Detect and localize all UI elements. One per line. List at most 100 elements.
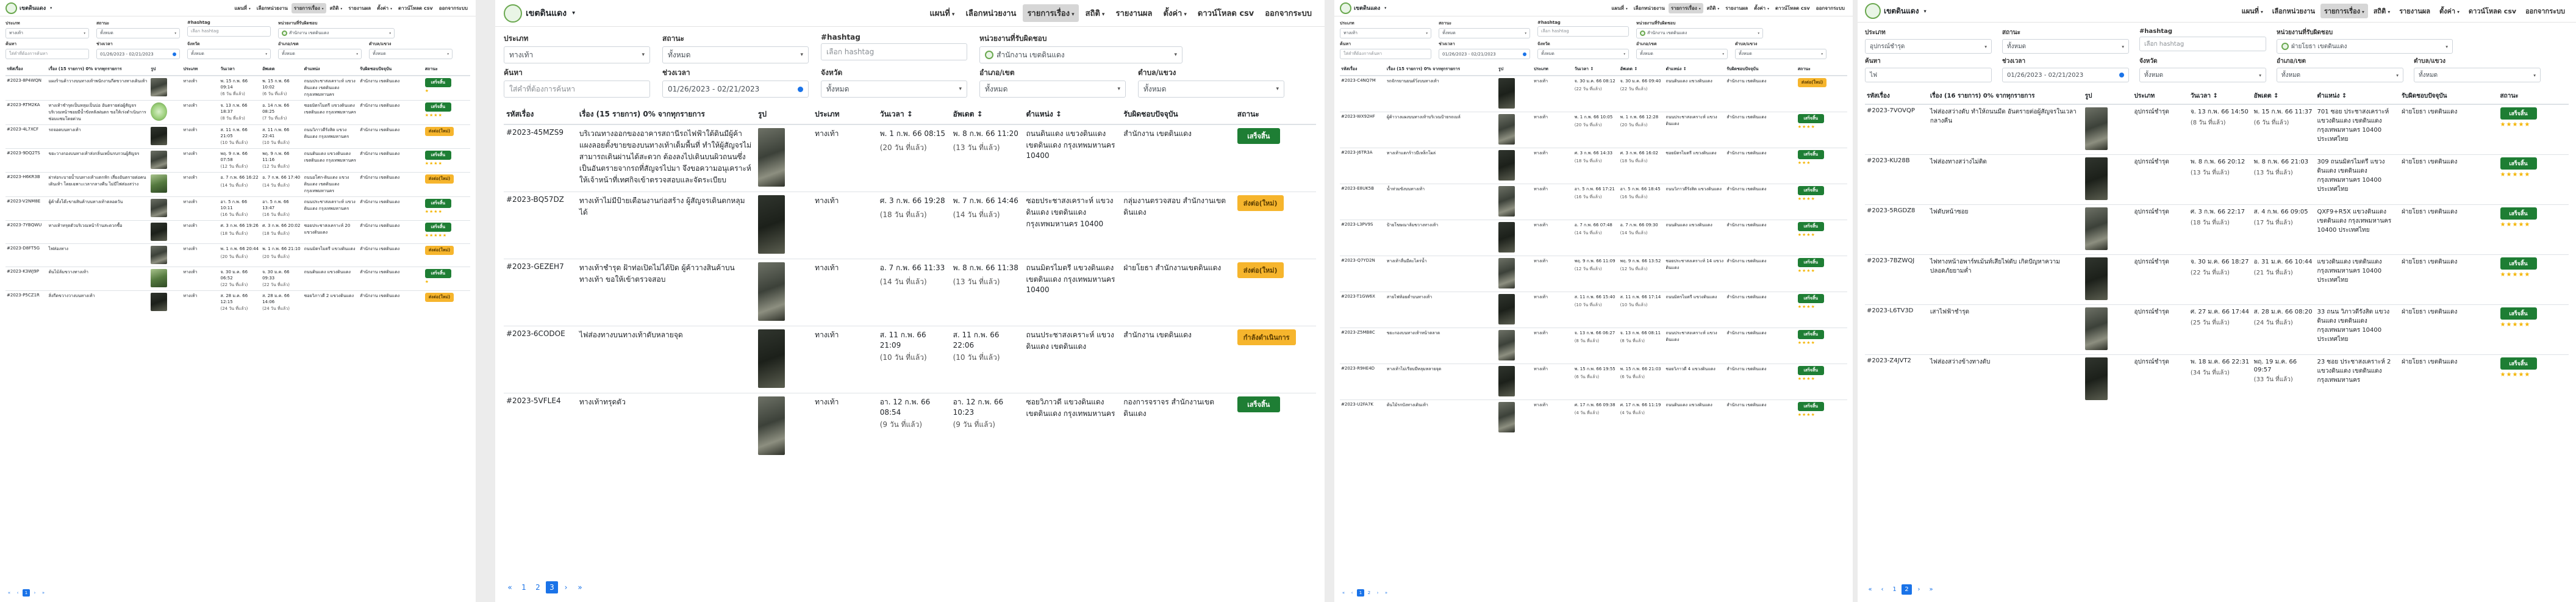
issue-photo-cell[interactable] xyxy=(149,290,182,314)
issue-id[interactable]: #2023-H6KR3B xyxy=(7,174,40,179)
issue-photo-cell[interactable] xyxy=(755,258,813,326)
column-header-6[interactable]: ตำแหน่ง ↕ xyxy=(2315,88,2400,105)
status-badge[interactable]: เสร็จสิ้น xyxy=(1797,149,1824,159)
filter-input-0[interactable]: ทางเท้า ▾ xyxy=(5,28,89,38)
status-badge[interactable]: เสร็จสิ้น xyxy=(1797,401,1824,411)
filter-input-4[interactable]: ใส่คำที่ต้องการค้นหา xyxy=(5,49,89,59)
issue-photo[interactable] xyxy=(1498,113,1515,145)
page-link-4[interactable]: » xyxy=(40,589,47,597)
page-link-1[interactable]: ‹ xyxy=(14,589,21,597)
nav-item-5[interactable]: ตั้งค่า ▾ xyxy=(1159,4,1191,22)
issue-id[interactable]: #2023-R9HE4D xyxy=(1341,366,1375,371)
brand[interactable]: เขตดินแดง ▾ xyxy=(1340,2,1386,14)
filter-input-1[interactable]: ทั้งหมด ▾ xyxy=(2002,39,2129,54)
issue-photo-cell[interactable] xyxy=(149,75,182,101)
table-row[interactable]: #2023-7BZWQJ ไฟทางหน้าอพาร์ทเม้นท์เสียไฟด… xyxy=(1865,254,2569,304)
nav-item-7[interactable]: ออกจากระบบ xyxy=(1814,3,1847,13)
status-badge[interactable]: ส่งต่อ(ใหม่) xyxy=(1237,195,1284,211)
status-badge[interactable]: เสร็จสิ้น xyxy=(2500,157,2537,170)
table-row[interactable]: #2023-E8UK5B น้ำท่วมขังบนทางเท้า ทางเท้า อา… xyxy=(1340,183,1847,220)
table-row[interactable]: #2023-7YBQWU ทางเท้าทรุดตัวบริเวณหน้าร้าน… xyxy=(5,220,470,244)
status-badge[interactable]: ส่งต่อ(ใหม่) xyxy=(424,293,454,302)
issue-photo[interactable] xyxy=(2084,207,2108,250)
page-link-0[interactable]: « xyxy=(5,589,13,597)
filter-input-0[interactable]: อุปกรณ์ชำรุด ▾ xyxy=(1865,39,1992,54)
status-badge[interactable]: เสร็จสิ้น xyxy=(1797,293,1824,303)
issue-id[interactable]: #2023-6CODOE xyxy=(506,329,565,338)
status-badge[interactable]: เสร็จสิ้น xyxy=(424,223,451,232)
page-link-2[interactable]: 1 xyxy=(1357,589,1364,597)
table-row[interactable]: #2023-H6KR3B ฝาท่อระบายน้ำบนทางเท้าแตกหัก… xyxy=(5,172,470,197)
column-header-6[interactable]: ตำแหน่ง xyxy=(302,63,359,76)
page-link-1[interactable]: 1 xyxy=(518,581,530,593)
issue-photo-cell[interactable] xyxy=(1497,327,1533,364)
filter-input-2[interactable]: เลือก hashtag xyxy=(187,26,271,37)
table-row[interactable]: #2023-T1GW6X สายไฟห้อยต่ำบนทางเท้า ทางเท้า… xyxy=(1340,291,1847,328)
table-row[interactable]: #2023-KU28B ไฟส่องทางสว่างไม่ติด อุปกรณ์ชำ… xyxy=(1865,154,2569,204)
issue-photo[interactable] xyxy=(757,195,785,254)
issue-photo[interactable] xyxy=(151,293,168,311)
issue-photo-cell[interactable] xyxy=(2083,254,2133,304)
nav-item-4[interactable]: รายงานผล xyxy=(1112,4,1157,22)
issue-photo[interactable] xyxy=(151,223,168,241)
nav-item-7[interactable]: ออกจากระบบ xyxy=(1261,4,1316,22)
filter-input-4[interactable]: ไฟ xyxy=(1865,68,1992,82)
page-link-1[interactable]: ‹ xyxy=(1348,589,1356,597)
filter-input-2[interactable]: เลือก hashtag xyxy=(2139,37,2266,51)
nav-item-6[interactable]: ดาวน์โหลด csv xyxy=(1773,3,1812,13)
status-badge[interactable]: เสร็จสิ้น xyxy=(424,102,451,112)
nav-item-4[interactable]: รายงานผล xyxy=(346,3,373,13)
issue-id[interactable]: #2023-KU28B xyxy=(1867,157,1910,164)
column-header-5[interactable]: อัพเดต ↕ xyxy=(1619,63,1665,76)
table-row[interactable]: #2023-C4NQ7M รถจักรยานยนต์วิ่งบนทางเท้า ทา… xyxy=(1340,75,1847,112)
table-row[interactable]: #2023-9DQ2TS ขยะวางกองบนทางเท้าส่งกลิ่นเห… xyxy=(5,148,470,173)
issue-id[interactable]: #2023-7YBQWU xyxy=(7,223,41,228)
column-header-4[interactable]: วันเวลา ↕ xyxy=(877,105,951,125)
nav-item-6[interactable]: ดาวน์โหลด csv xyxy=(2465,4,2520,18)
filter-input-4[interactable]: ใส่คำที่ต้องการค้นหา xyxy=(504,81,650,98)
issue-photo-cell[interactable] xyxy=(2083,154,2133,204)
issue-photo[interactable] xyxy=(151,78,168,96)
table-row[interactable]: #2023-J6TR3A ทางเท้าแตกร้าวมีเหล็กโผล่ ทาง… xyxy=(1340,147,1847,184)
column-header-6[interactable]: ตำแหน่ง ↕ xyxy=(1664,63,1726,76)
status-badge[interactable]: เสร็จสิ้น xyxy=(2500,207,2537,220)
table-row[interactable]: #2023-Z4JVT2 ไฟส่องสว่างข้างทางดับ อุปกรณ์… xyxy=(1865,354,2569,404)
issue-photo[interactable] xyxy=(151,199,168,217)
table-row[interactable]: #2023-GEZEH7 ทางเท้าชำรุด ฝ้าท่อเปิดไม่ได… xyxy=(504,258,1316,326)
status-badge[interactable]: เสร็จสิ้น xyxy=(1797,365,1824,375)
issue-photo-cell[interactable] xyxy=(149,172,182,197)
issue-photo[interactable] xyxy=(757,128,785,187)
page-link-1[interactable]: ‹ xyxy=(1877,584,1887,595)
page-link-0[interactable]: « xyxy=(1340,589,1347,597)
table-row[interactable]: #2023-V2NM8E ผู้ค้าตั้งโต๊ะขายสินค้าบนทาง… xyxy=(5,196,470,221)
status-badge[interactable]: เสร็จสิ้น xyxy=(1797,329,1824,339)
issue-photo[interactable] xyxy=(2084,357,2108,400)
issue-photo[interactable] xyxy=(1498,329,1515,360)
issue-photo[interactable] xyxy=(757,396,785,455)
status-badge[interactable]: เสร็จสิ้น xyxy=(1237,128,1280,144)
table-row[interactable]: #2023-5RGDZ8 ไฟดับหน้าซอย อุปกรณ์ชำรุด ศ. 3… xyxy=(1865,204,2569,254)
column-header-4[interactable]: วันเวลา xyxy=(219,63,262,76)
status-badge[interactable]: เสร็จสิ้น xyxy=(424,78,451,87)
status-badge[interactable]: เสร็จสิ้น xyxy=(424,269,451,278)
nav-item-5[interactable]: ตั้งค่า ▾ xyxy=(2436,4,2463,18)
page-link-5[interactable]: » xyxy=(1926,584,1936,595)
page-link-2[interactable]: 2 xyxy=(532,581,544,593)
issue-photo-cell[interactable] xyxy=(1497,363,1533,400)
issue-photo[interactable] xyxy=(151,127,168,145)
status-badge[interactable]: เสร็จสิ้น xyxy=(1797,221,1824,231)
issue-photo[interactable] xyxy=(151,174,168,193)
issue-id[interactable]: #2023-5VFLE4 xyxy=(506,396,561,405)
nav-item-0[interactable]: แผนที่ ▾ xyxy=(925,4,959,22)
nav-item-6[interactable]: ดาวน์โหลด csv xyxy=(396,3,435,13)
issue-id[interactable]: #2023-Q7YD2N xyxy=(1341,258,1375,263)
filter-input-8[interactable]: ทั้งหมด ▾ xyxy=(369,49,453,59)
issue-photo[interactable] xyxy=(1498,365,1515,396)
issue-id[interactable]: #2023-5RGDZ8 xyxy=(1867,207,1915,214)
filter-input-7[interactable]: ทั้งหมด ▾ xyxy=(2277,68,2403,82)
filter-input-8[interactable]: ทั้งหมด ▾ xyxy=(1735,49,1826,59)
issue-id[interactable]: #2023-9DQ2TS xyxy=(7,151,40,156)
filter-input-6[interactable]: ทั้งหมด ▾ xyxy=(187,49,271,59)
issue-photo[interactable] xyxy=(151,102,168,121)
filter-input-6[interactable]: ทั้งหมด ▾ xyxy=(821,81,967,98)
